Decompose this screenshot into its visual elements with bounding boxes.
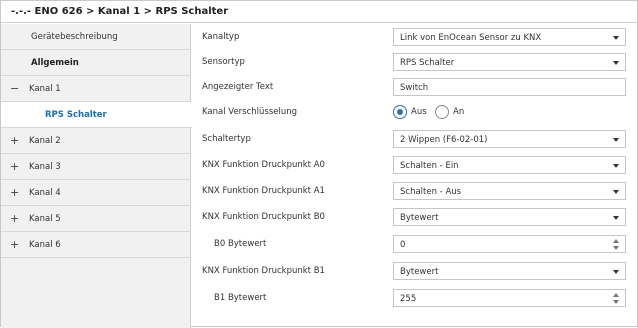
sidebar-item-allgemein[interactable]: Allgemein xyxy=(1,50,191,76)
funktion-b0-select[interactable]: Bytewert xyxy=(393,208,626,226)
radio-aus[interactable] xyxy=(393,105,407,119)
select-value: Bytewert xyxy=(400,213,439,223)
sidebar-item-label: Kanal 3 xyxy=(29,162,61,172)
breadcrumb: -.-.- ENO 626 > Kanal 1 > RPS Schalter xyxy=(11,6,229,17)
select-value: RPS Schalter xyxy=(400,58,455,68)
select-value: Schalten - Aus xyxy=(400,187,462,197)
chevron-down-icon xyxy=(613,270,619,274)
spinbox-value: 0 xyxy=(400,240,406,250)
expand-icon[interactable]: + xyxy=(10,238,19,251)
param-row-funktion-a0: KNX Funktion Druckpunkt A0 Schalten - Ei… xyxy=(192,153,637,178)
param-label: Kanaltyp xyxy=(202,32,240,42)
sensortyp-select[interactable]: RPS Schalter xyxy=(393,53,626,71)
spinner-arrows-icon[interactable] xyxy=(613,238,620,251)
spinbox-value: 255 xyxy=(400,294,417,304)
decrement-icon[interactable] xyxy=(613,300,619,304)
radio-an[interactable] xyxy=(435,105,449,119)
b1-bytewert-spinbox[interactable]: 255 xyxy=(393,289,626,307)
param-row-kanaltyp: Kanaltyp Link von EnOcean Sensor zu KNX xyxy=(192,25,637,50)
sidebar-item-kanal-5[interactable]: + Kanal 5 xyxy=(1,206,191,232)
sidebar: Gerätebeschreibung Allgemein − Kanal 1 R… xyxy=(1,24,192,328)
sidebar-item-label: Allgemein xyxy=(31,58,79,68)
sidebar-item-label: Kanal 4 xyxy=(29,188,61,198)
sidebar-item-label: Kanal 5 xyxy=(29,214,61,224)
kanaltyp-select[interactable]: Link von EnOcean Sensor zu KNX xyxy=(393,28,626,46)
param-label: Angezeigter Text xyxy=(202,82,274,92)
expand-icon[interactable]: + xyxy=(10,160,19,173)
expand-icon[interactable]: + xyxy=(10,186,19,199)
select-value: Bytewert xyxy=(400,267,439,277)
sidebar-item-kanal-1[interactable]: − Kanal 1 xyxy=(1,76,191,102)
param-row-funktion-b1: KNX Funktion Druckpunkt B1 Bytewert xyxy=(192,259,637,284)
param-label: KNX Funktion Druckpunkt B0 xyxy=(202,212,325,222)
parameter-panel: Kanaltyp Link von EnOcean Sensor zu KNX … xyxy=(192,24,637,328)
radio-aus-label[interactable]: Aus xyxy=(411,107,427,117)
sidebar-item-geraetebeschreibung[interactable]: Gerätebeschreibung xyxy=(1,24,191,50)
sidebar-item-kanal-2[interactable]: + Kanal 2 xyxy=(1,128,191,154)
chevron-down-icon xyxy=(613,164,619,168)
param-row-sensortyp: Sensortyp RPS Schalter xyxy=(192,50,637,75)
chevron-down-icon xyxy=(613,216,619,220)
param-label: B1 Bytewert xyxy=(214,293,267,303)
decrement-icon[interactable] xyxy=(613,246,619,250)
spinner-arrows-icon[interactable] xyxy=(613,292,620,305)
b0-bytewert-spinbox[interactable]: 0 xyxy=(393,235,626,253)
param-label: Kanal Verschlüsselung xyxy=(202,107,298,117)
param-row-b1-bytewert: B1 Bytewert 255 xyxy=(192,286,637,311)
increment-icon[interactable] xyxy=(613,239,619,243)
sidebar-item-label: Kanal 6 xyxy=(29,240,61,250)
param-row-schaltertyp: Schaltertyp 2 Wippen (F6-02-01) xyxy=(192,127,637,152)
sidebar-item-label: RPS Schalter xyxy=(45,110,107,120)
select-value: Link von EnOcean Sensor zu KNX xyxy=(400,33,542,43)
param-label: Schaltertyp xyxy=(202,134,251,144)
breadcrumb-bar: -.-.- ENO 626 > Kanal 1 > RPS Schalter xyxy=(1,1,637,23)
param-row-funktion-a1: KNX Funktion Druckpunkt A1 Schalten - Au… xyxy=(192,179,637,204)
collapse-icon[interactable]: − xyxy=(10,82,19,95)
sidebar-item-kanal-3[interactable]: + Kanal 3 xyxy=(1,154,191,180)
param-row-b0-bytewert: B0 Bytewert 0 xyxy=(192,232,637,257)
schaltertyp-select[interactable]: 2 Wippen (F6-02-01) xyxy=(393,130,626,148)
param-label: KNX Funktion Druckpunkt A0 xyxy=(202,160,325,170)
sidebar-item-kanal-4[interactable]: + Kanal 4 xyxy=(1,180,191,206)
sidebar-item-rps-schalter[interactable]: RPS Schalter xyxy=(1,102,192,128)
param-row-verschluesselung: Kanal Verschlüsselung Aus An xyxy=(192,100,637,125)
param-label: B0 Bytewert xyxy=(214,239,267,249)
param-label: KNX Funktion Druckpunkt B1 xyxy=(202,266,325,276)
sidebar-item-label: Gerätebeschreibung xyxy=(31,32,118,42)
funktion-a0-select[interactable]: Schalten - Ein xyxy=(393,156,626,174)
parameter-window: -.-.- ENO 626 > Kanal 1 > RPS Schalter G… xyxy=(0,0,638,328)
sidebar-item-kanal-6[interactable]: + Kanal 6 xyxy=(1,232,191,258)
chevron-down-icon xyxy=(613,190,619,194)
chevron-down-icon xyxy=(613,36,619,40)
angezeigter-text-input[interactable]: Switch xyxy=(393,78,626,96)
param-label: KNX Funktion Druckpunkt A1 xyxy=(202,186,325,196)
expand-icon[interactable]: + xyxy=(10,134,19,147)
param-row-funktion-b0: KNX Funktion Druckpunkt B0 Bytewert xyxy=(192,205,637,230)
select-value: Schalten - Ein xyxy=(400,161,459,171)
sidebar-item-label: Kanal 1 xyxy=(29,84,61,94)
chevron-down-icon xyxy=(613,61,619,65)
chevron-down-icon xyxy=(613,138,619,142)
funktion-b1-select[interactable]: Bytewert xyxy=(393,262,626,280)
param-label: Sensortyp xyxy=(202,57,245,67)
radio-an-label[interactable]: An xyxy=(453,107,464,117)
input-value: Switch xyxy=(400,83,429,93)
funktion-a1-select[interactable]: Schalten - Aus xyxy=(393,182,626,200)
sidebar-item-label: Kanal 2 xyxy=(29,136,61,146)
select-value: 2 Wippen (F6-02-01) xyxy=(400,135,488,145)
expand-icon[interactable]: + xyxy=(10,212,19,225)
param-row-angezeigter-text: Angezeigter Text Switch xyxy=(192,75,637,100)
increment-icon[interactable] xyxy=(613,293,619,297)
